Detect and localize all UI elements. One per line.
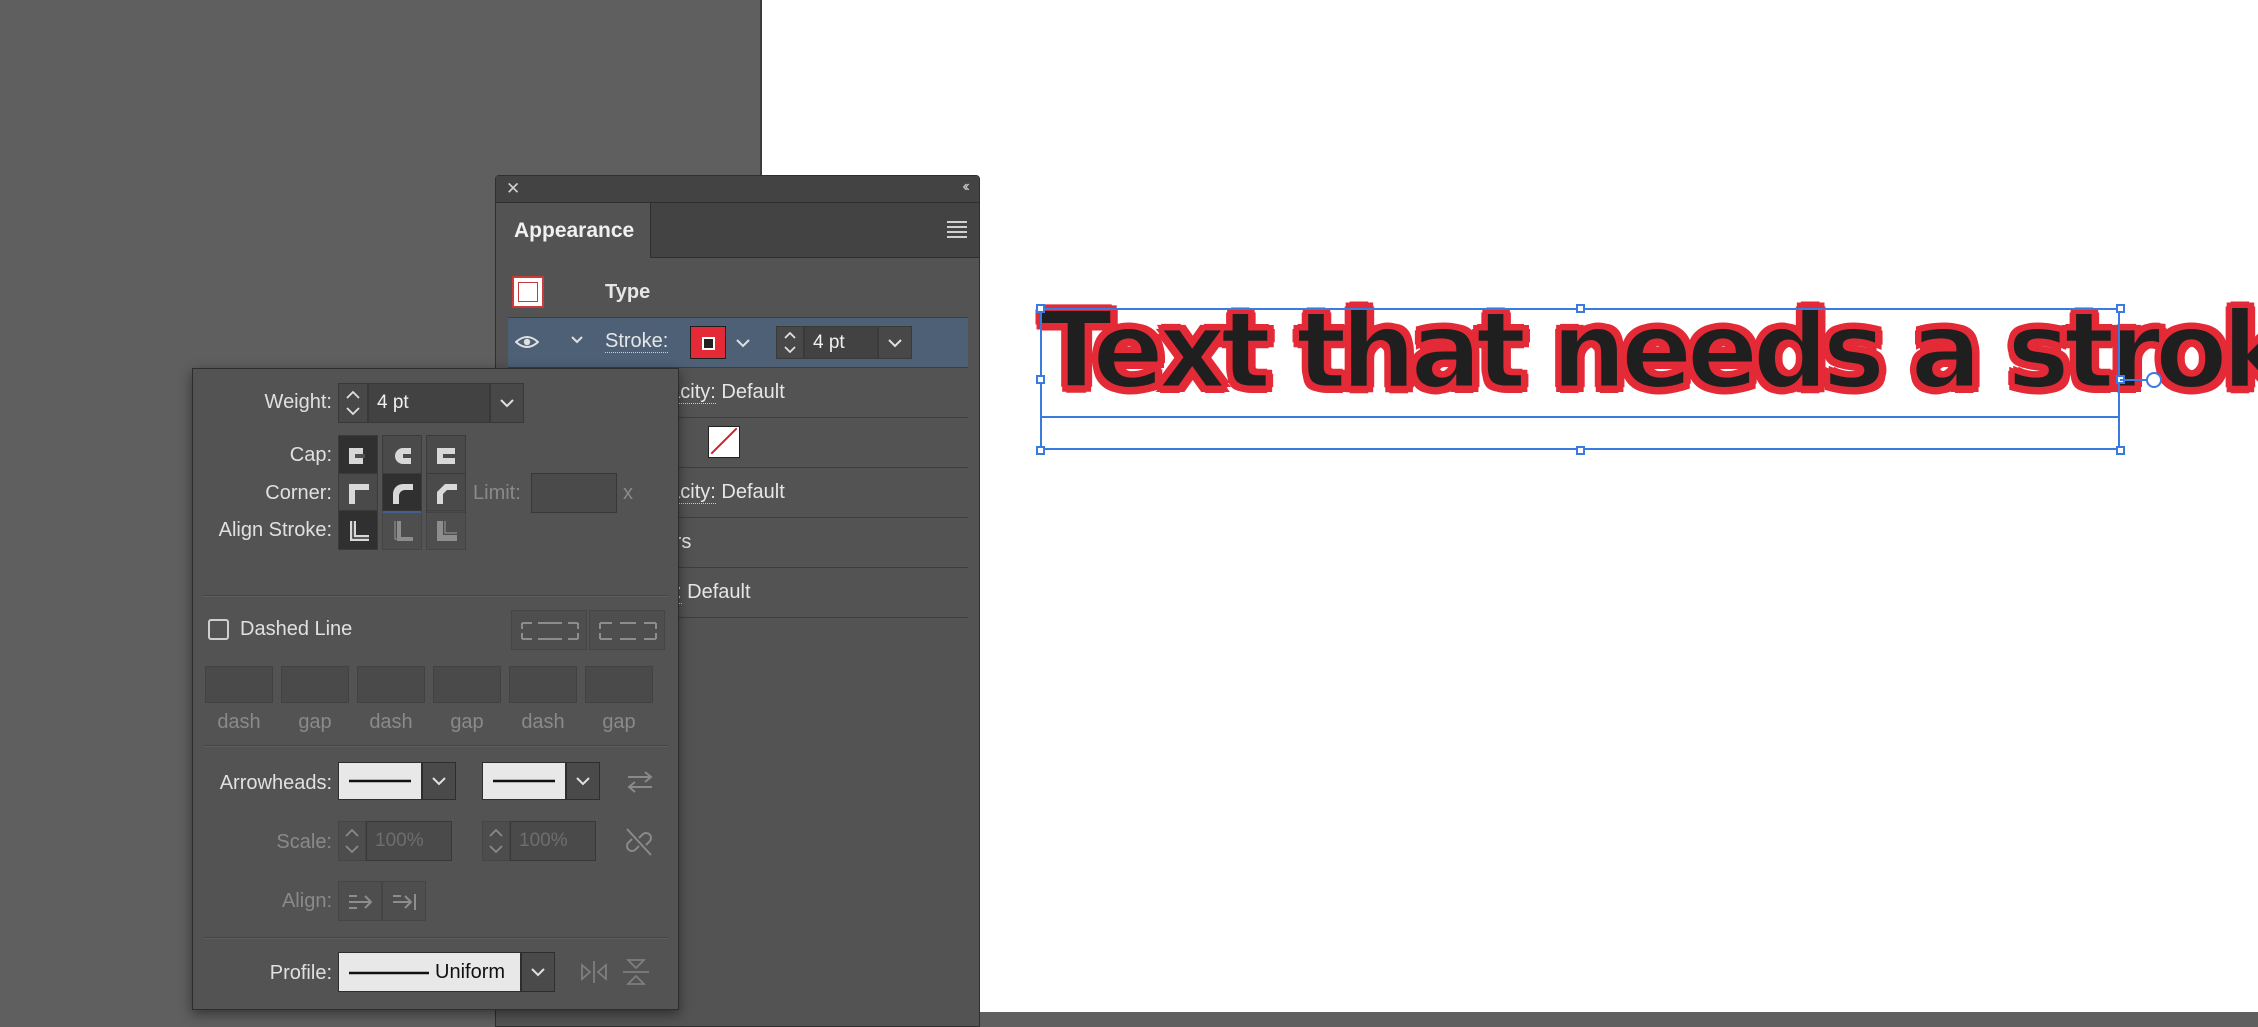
close-icon[interactable]: ✕ xyxy=(506,179,520,199)
end-arrowhead-dropdown[interactable] xyxy=(566,762,600,800)
none-fill-swatch[interactable] xyxy=(708,426,740,458)
weight-label: Weight: xyxy=(264,391,332,413)
limit-suffix: x xyxy=(623,482,633,504)
round-cap-icon[interactable] xyxy=(382,435,422,475)
bevel-join-icon[interactable] xyxy=(426,473,466,513)
align-stroke-inside-icon[interactable] xyxy=(382,510,422,550)
text-baseline xyxy=(1040,416,2120,418)
limit-label: Limit: xyxy=(473,482,521,504)
arrowheads-label: Arrowheads: xyxy=(219,772,332,794)
stroke-color-dropdown-icon[interactable] xyxy=(730,326,756,359)
stroke-weight-stepper[interactable] xyxy=(776,326,804,359)
stroke-color-swatch[interactable] xyxy=(690,326,726,359)
stroke-weight-field[interactable]: 4 pt xyxy=(804,326,878,359)
weight-field[interactable]: 4 pt xyxy=(368,383,490,423)
handle-bottom-middle[interactable] xyxy=(1576,446,1585,455)
handle-bottom-left[interactable] xyxy=(1036,446,1045,455)
butt-cap-icon[interactable] xyxy=(338,435,378,475)
eye-icon[interactable] xyxy=(515,335,539,349)
handle-top-left[interactable] xyxy=(1036,304,1045,313)
divider xyxy=(203,937,668,939)
flip-across-icon[interactable] xyxy=(621,957,651,987)
limit-field[interactable] xyxy=(531,473,617,513)
preserve-dash-lengths-icon[interactable] xyxy=(511,610,587,650)
weight-dropdown[interactable] xyxy=(490,383,524,423)
handle-top-right[interactable] xyxy=(2116,304,2125,313)
round-join-icon[interactable] xyxy=(382,473,422,513)
align-label: Align: xyxy=(281,890,332,912)
dash-2-label: dash xyxy=(369,711,413,733)
panel-menu-icon[interactable] xyxy=(947,221,967,241)
align-dashes-to-corners-icon[interactable] xyxy=(589,610,665,650)
end-scale-field[interactable]: 100% xyxy=(510,821,596,861)
artboard[interactable] xyxy=(760,0,2258,1012)
dash-3-label: dash xyxy=(521,711,565,733)
type-label: Type xyxy=(605,281,651,303)
flip-along-icon[interactable] xyxy=(579,959,609,985)
divider xyxy=(203,595,668,597)
appearance-row-stroke[interactable]: Stroke: 4 pt xyxy=(508,318,968,368)
place-arrow-tip-icon[interactable] xyxy=(382,881,426,921)
start-arrowhead-select[interactable] xyxy=(338,762,422,800)
dash-1-label: dash xyxy=(217,711,261,733)
profile-value: Uniform xyxy=(435,961,506,983)
collapse-icon[interactable]: ‹‹ xyxy=(962,178,969,196)
text-thread-port[interactable] xyxy=(2146,372,2162,388)
panel-title-bar[interactable]: ✕ ‹‹ xyxy=(496,176,979,203)
chevron-down-icon[interactable] xyxy=(570,333,584,347)
swap-arrowheads-icon[interactable] xyxy=(625,769,655,795)
type-swatch-icon xyxy=(512,276,544,308)
divider xyxy=(203,745,668,747)
gap-1-field[interactable] xyxy=(281,666,349,703)
weight-stepper[interactable] xyxy=(338,383,368,423)
stroke-label[interactable]: Stroke: xyxy=(605,330,669,353)
align-stroke-outside-icon[interactable] xyxy=(426,510,466,550)
start-scale-field[interactable]: 100% xyxy=(366,821,452,861)
dashed-line-checkbox[interactable] xyxy=(208,619,229,640)
stroke-weight-dropdown[interactable] xyxy=(878,326,912,359)
gap-2-field[interactable] xyxy=(433,666,501,703)
end-arrowhead-select[interactable] xyxy=(482,762,566,800)
scale-label: Scale: xyxy=(276,831,332,853)
stroke-options-panel: Weight: 4 pt Cap: Corner: Limit: x Align… xyxy=(192,368,679,1010)
dash-2-field[interactable] xyxy=(357,666,425,703)
handle-middle-left[interactable] xyxy=(1036,375,1045,384)
tab-appearance[interactable]: Appearance xyxy=(496,203,651,258)
cap-label: Cap: xyxy=(289,444,332,466)
link-scale-icon[interactable] xyxy=(623,825,655,859)
handle-top-middle[interactable] xyxy=(1576,304,1585,313)
corner-label: Corner: xyxy=(265,482,332,504)
projecting-cap-icon[interactable] xyxy=(426,435,466,475)
appearance-row-type[interactable]: Type xyxy=(508,268,968,318)
end-scale-stepper[interactable] xyxy=(482,821,510,861)
dashed-line-label: Dashed Line xyxy=(240,618,353,640)
handle-bottom-right[interactable] xyxy=(2116,446,2125,455)
start-arrowhead-dropdown[interactable] xyxy=(422,762,456,800)
profile-select[interactable]: Uniform xyxy=(338,952,521,992)
align-stroke-center-icon[interactable] xyxy=(338,510,378,550)
align-stroke-label: Align Stroke: xyxy=(218,519,332,541)
panel-tab-bar: Appearance xyxy=(496,203,979,258)
gap-3-label: gap xyxy=(602,711,636,733)
profile-dropdown[interactable] xyxy=(521,952,555,992)
dash-3-field[interactable] xyxy=(509,666,577,703)
selection-bounding-box xyxy=(1040,308,2120,450)
gap-1-label: gap xyxy=(298,711,332,733)
dash-1-field[interactable] xyxy=(205,666,273,703)
gap-2-label: gap xyxy=(450,711,484,733)
start-scale-stepper[interactable] xyxy=(338,821,366,861)
extend-arrow-tip-icon[interactable] xyxy=(338,881,382,921)
profile-label: Profile: xyxy=(269,962,332,984)
miter-join-icon[interactable] xyxy=(338,473,378,513)
gap-3-field[interactable] xyxy=(585,666,653,703)
